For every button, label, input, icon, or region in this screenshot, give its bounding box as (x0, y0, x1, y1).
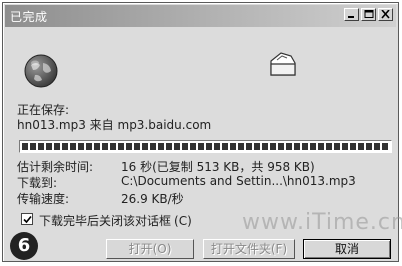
cancel-button[interactable]: 取消 (303, 239, 391, 259)
close-on-complete-label[interactable]: 下载完毕后关闭该对话框 (C) (39, 212, 192, 229)
close-on-complete-checkbox[interactable] (21, 213, 33, 225)
close-icon (381, 10, 390, 19)
open-button[interactable]: 打开(O) (106, 239, 194, 259)
open-folder-icon (270, 52, 296, 76)
close-on-complete-text: 下载完毕后关闭该对话框 (39, 214, 172, 228)
window-controls (344, 8, 393, 21)
maximize-icon (364, 10, 374, 18)
globe-icon (24, 54, 58, 88)
download-progress-bar (19, 140, 392, 153)
transfer-rate-value: 26.9 KB/秒 (121, 192, 184, 206)
step-number-badge: 6 (10, 232, 38, 260)
close-button[interactable] (378, 8, 393, 21)
open-folder-button[interactable]: 打开文件夹(F) (203, 239, 295, 259)
watermark-text: www.iTime.cn (242, 210, 402, 235)
window-title: 已完成 (10, 10, 48, 24)
maximize-button[interactable] (361, 8, 376, 21)
checkmark-icon (23, 215, 32, 224)
close-on-complete-accel: (C) (174, 214, 192, 228)
progress-fill (22, 143, 389, 150)
time-left-value: 16 秒(已复制 513 KB，共 958 KB) (121, 160, 315, 174)
download-to-value: C:\Documents and Settin...\hn013.mp3 (121, 174, 356, 188)
time-left-label: 估计剩余时间: (17, 160, 94, 174)
transfer-rate-label: 传输速度: (17, 192, 70, 206)
minimize-button[interactable] (344, 8, 359, 21)
minimize-icon (348, 16, 354, 18)
file-source-text: hn013.mp3 来自 mp3.baidu.com (17, 118, 212, 132)
download-to-label: 下载到: (17, 176, 58, 190)
title-bar[interactable]: 已完成 (5, 5, 396, 27)
